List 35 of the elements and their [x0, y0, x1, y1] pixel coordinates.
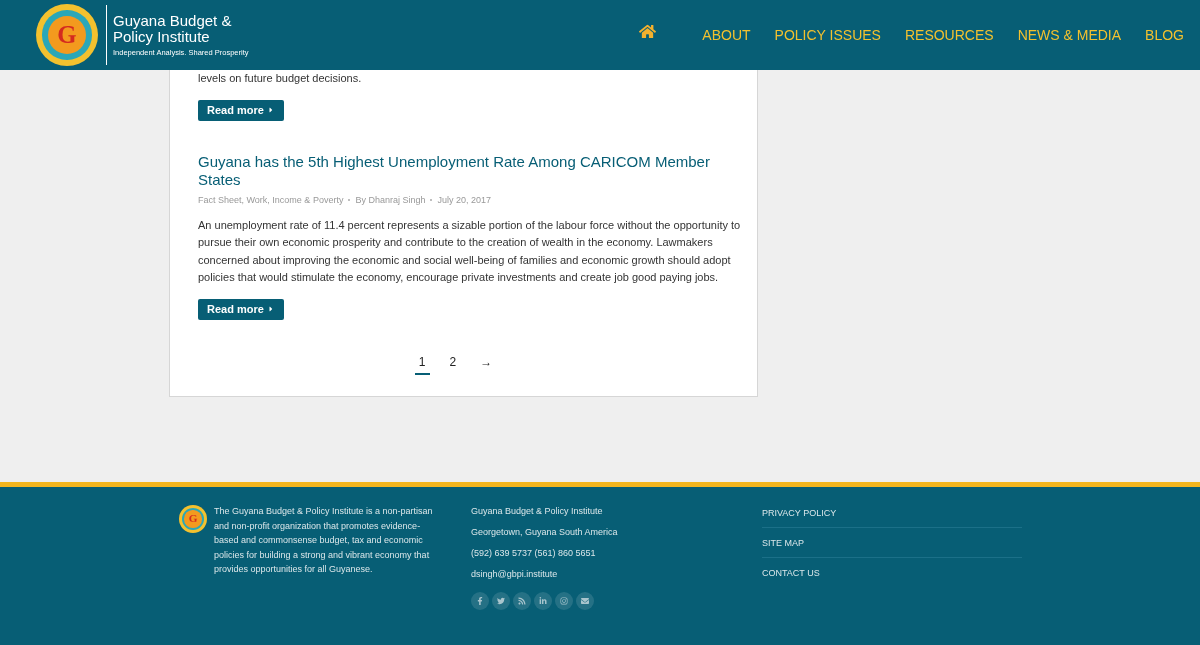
linkedin-icon[interactable]	[534, 592, 552, 610]
page-link[interactable]: 1	[414, 355, 430, 375]
nav-link[interactable]: BLOG	[1145, 27, 1184, 43]
post-excerpt: An unemployment rate of 11.4 percent represents a sizable portion of the labour force without the opportunity to pursue their own economic prosperity and contribute to the creation of wealth in the economy. Lawmakers concerned about improving the economic and social well-being of families and economic growth should adopt policies that would stimulate the economy, encourage private investments and create job good paying jobs.	[198, 217, 742, 285]
about-text: The Guyana Budget & Policy Institute is a non-partisan and non-profit organization that promotes evidence-based and commonsense budget, tax and economic policies for building a strong and vibrant economy that provides opportunities for all Guyanese.	[214, 505, 434, 576]
read-more-button[interactable]: Read more	[198, 298, 284, 320]
mail-icon[interactable]	[576, 592, 594, 610]
post-title[interactable]: Guyana has the 5th Highest Unemployment Rate Among CARICOM Member States	[198, 152, 743, 189]
logo-emblem: G	[36, 4, 98, 66]
logo-emblem: G	[179, 505, 207, 533]
next-page-link[interactable]: →	[476, 355, 497, 375]
site-title: Guyana Budget &	[113, 13, 233, 29]
contact-line: dsingh@gbpi.institute	[471, 568, 559, 581]
rss-icon[interactable]	[513, 592, 531, 610]
nav-link[interactable]: POLICY ISSUES	[774, 27, 881, 43]
post-categories: Fact Sheet, Work, Income & Poverty	[198, 194, 344, 205]
site-title: Policy Institute	[113, 29, 210, 45]
nav-link[interactable]: RESOURCES	[904, 27, 994, 43]
twitter-icon[interactable]	[492, 592, 510, 610]
footer-link[interactable]: SITE MAP	[762, 538, 1022, 558]
nav-link[interactable]: NEWS & MEDIA	[1017, 27, 1122, 43]
contact-line: Guyana Budget & Policy Institute	[471, 505, 604, 518]
facebook-icon[interactable]	[471, 592, 489, 610]
page-link[interactable]: 2	[445, 355, 461, 375]
read-more-button[interactable]: Read more	[198, 99, 284, 121]
footer-link[interactable]: PRIVACY POLICY	[762, 508, 1022, 528]
post-date: July 20, 2017	[437, 194, 491, 205]
footer-link[interactable]: CONTACT US	[762, 568, 1022, 587]
home-icon[interactable]	[639, 22, 657, 40]
post-excerpt: levels on future budget decisions.	[198, 71, 363, 86]
post-author: By Dhanraj Singh	[355, 194, 426, 205]
contact-line: Georgetown, Guyana South America	[471, 526, 619, 539]
contact-line: (592) 639 5737 (561) 860 5651	[471, 547, 597, 560]
nav-link[interactable]: ABOUT	[702, 27, 751, 43]
instagram-icon[interactable]	[555, 592, 573, 610]
